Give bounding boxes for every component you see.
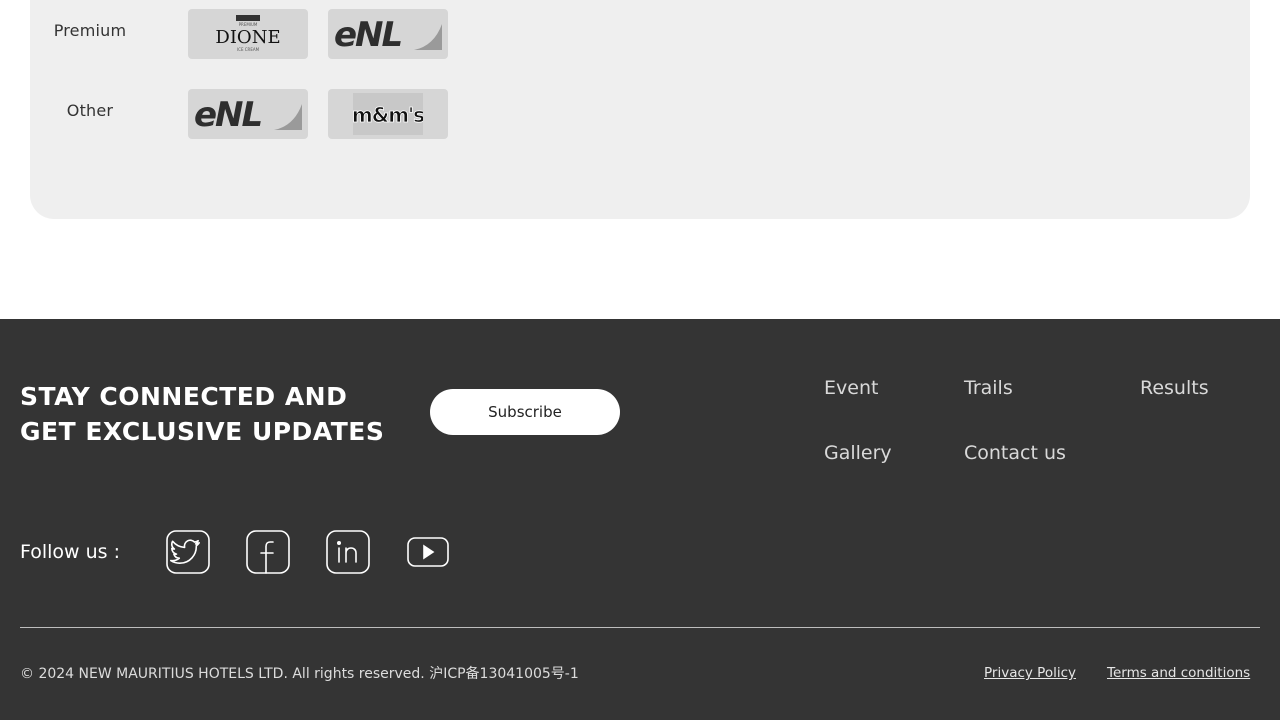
sponsor-logo-mms[interactable]: m&m's bbox=[328, 89, 448, 139]
footer-link-contact[interactable]: Contact us bbox=[964, 442, 1066, 464]
tier-label-premium: Premium bbox=[53, 21, 127, 40]
enl-logo: eNL bbox=[194, 95, 302, 135]
twitter-icon bbox=[166, 530, 210, 574]
mms-logo: m&m's bbox=[353, 93, 423, 135]
footer-link-trails[interactable]: Trails bbox=[964, 377, 1013, 399]
headline-line-1: STAY CONNECTED AND bbox=[20, 382, 348, 411]
enl-wordmark: eNL bbox=[334, 15, 402, 55]
mms-wordmark: m&m's bbox=[353, 103, 423, 127]
youtube-link[interactable] bbox=[405, 529, 451, 575]
sponsor-logo-enl-premium[interactable]: eNL bbox=[328, 9, 448, 59]
footer-link-gallery[interactable]: Gallery bbox=[824, 442, 892, 464]
newsletter-headline: STAY CONNECTED AND GET EXCLUSIVE UPDATES bbox=[20, 379, 384, 449]
enl-wordmark: eNL bbox=[194, 95, 262, 135]
twitter-link[interactable] bbox=[165, 529, 211, 575]
dione-logo: PREMIUM DIONE ICE CREAM bbox=[215, 15, 281, 52]
copyright-text: © 2024 NEW MAURITIUS HOTELS LTD. All rig… bbox=[20, 666, 579, 682]
linkedin-icon bbox=[326, 530, 370, 574]
follow-us-label: Follow us : bbox=[20, 541, 121, 563]
dione-wordmark: DIONE bbox=[215, 27, 280, 48]
tier-label-other: Other bbox=[66, 101, 114, 120]
linkedin-link[interactable] bbox=[325, 529, 371, 575]
sponsor-logo-enl-other[interactable]: eNL bbox=[188, 89, 308, 139]
sponsors-panel: Premium PREMIUM DIONE ICE CREAM eNL Othe… bbox=[30, 0, 1250, 219]
youtube-icon bbox=[407, 537, 449, 567]
facebook-icon bbox=[246, 530, 290, 574]
sponsor-logo-dione[interactable]: PREMIUM DIONE ICE CREAM bbox=[188, 9, 308, 59]
headline-line-2: GET EXCLUSIVE UPDATES bbox=[20, 417, 385, 446]
subscribe-button[interactable]: Subscribe bbox=[430, 389, 620, 435]
privacy-policy-link[interactable]: Privacy Policy bbox=[984, 665, 1076, 681]
enl-logo: eNL bbox=[334, 15, 442, 55]
site-footer: STAY CONNECTED AND GET EXCLUSIVE UPDATES… bbox=[0, 319, 1280, 720]
facebook-link[interactable] bbox=[245, 529, 291, 575]
dione-caption-bottom: ICE CREAM bbox=[237, 47, 260, 52]
footer-link-results[interactable]: Results bbox=[1140, 377, 1209, 399]
terms-link[interactable]: Terms and conditions bbox=[1107, 665, 1250, 681]
footer-divider bbox=[20, 627, 1260, 628]
footer-link-event[interactable]: Event bbox=[824, 377, 878, 399]
